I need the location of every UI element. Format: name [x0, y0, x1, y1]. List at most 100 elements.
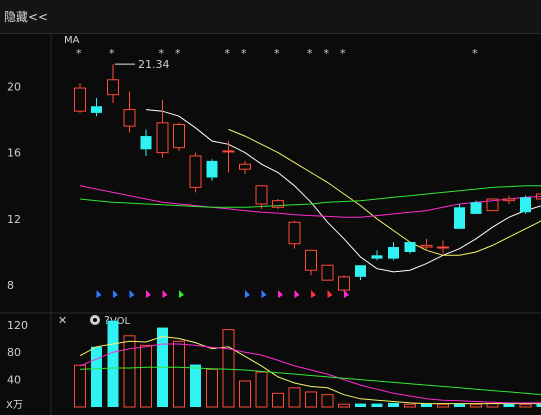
candlestick [123, 91, 136, 133]
volume-bar-up [404, 403, 416, 408]
signal-star-marker: * [109, 47, 115, 60]
volume-bar-down [91, 346, 102, 407]
candlestick [338, 275, 350, 292]
volume-bar-up [222, 329, 235, 408]
candle-body-down [140, 136, 152, 150]
candlestick [74, 83, 86, 113]
candlestick [288, 220, 301, 249]
candle-body-up [255, 185, 268, 205]
candle-body-up [74, 87, 86, 112]
signal-flag-icon [129, 290, 135, 298]
candlestick [272, 199, 284, 209]
candle-body-down [91, 106, 102, 113]
candle-body-up [123, 109, 136, 127]
signal-flag-icon [245, 290, 250, 298]
volume-bar-down [388, 402, 399, 407]
signal-flag-icon [344, 290, 349, 298]
volume-bar-up [140, 344, 152, 408]
candlestick [404, 242, 416, 254]
ma-indicator-label: MA [64, 35, 80, 46]
signal-flag-icon [261, 290, 267, 298]
candle-body-up [288, 221, 301, 245]
ma-line-ma10 [228, 128, 541, 256]
candlestick [520, 195, 531, 214]
candlestick [206, 159, 218, 181]
signal-flag-icon [96, 290, 102, 298]
ma-line-ma5 [145, 109, 541, 273]
candlestick [536, 193, 541, 200]
candlestick [454, 203, 465, 229]
candlestick [255, 185, 268, 209]
signal-flag-icon [162, 290, 168, 298]
signal-star-marker: * [76, 47, 82, 60]
signal-flag-icon [278, 290, 283, 298]
candle-body-down [470, 202, 482, 214]
volume-bar-up [288, 387, 301, 408]
candlestick [189, 152, 202, 193]
candle-body-up [173, 123, 185, 149]
candlestick [388, 242, 399, 261]
volume-bar-up [470, 403, 482, 408]
volume-bar-up [519, 403, 532, 408]
candle-body-up [321, 264, 334, 281]
signal-star-marker: * [340, 47, 346, 60]
volume-tick-label: 120 [7, 319, 28, 332]
volume-ma-line [79, 343, 541, 404]
candle-body-down [206, 160, 218, 178]
signal-flag-icon [327, 290, 333, 298]
price-tick-label: 16 [7, 147, 21, 160]
volume-tick-label: 40 [7, 374, 21, 387]
volume-bar-up [74, 364, 86, 408]
volume-bar-up [239, 380, 251, 408]
signal-star-marker: * [225, 47, 231, 60]
candle-body-up [156, 122, 169, 154]
signal-flag-icon [113, 290, 118, 298]
volume-bar-up [437, 403, 449, 408]
signal-star-marker: * [324, 47, 330, 60]
signal-star-marker: * [241, 47, 247, 60]
volume-tick-label: 80 [7, 346, 21, 359]
candle-body-down [404, 242, 416, 252]
price-tick-label: 20 [7, 80, 21, 93]
candle-body-up [420, 244, 433, 248]
volume-unit-label: X万 [6, 400, 23, 411]
signal-star-marker: * [472, 47, 478, 60]
candle-body-up [338, 276, 350, 291]
signal-flag-icon [179, 290, 184, 298]
candlestick [239, 160, 251, 175]
signal-star-marker: * [274, 47, 280, 60]
candlestick [437, 240, 449, 254]
volume-bar-up [206, 368, 218, 408]
volume-ma-line [79, 366, 541, 396]
candlestick [107, 64, 119, 103]
vol-close-icon[interactable]: ✕ [58, 314, 67, 327]
volume-bar-down [355, 403, 366, 407]
candlestick [140, 129, 152, 156]
price-tick-label: 12 [7, 213, 21, 226]
high-price-label: 21.34 [138, 58, 170, 71]
candle-body-up [222, 150, 235, 153]
candle-body-up [189, 155, 202, 188]
volume-bar-up [255, 371, 268, 408]
candlestick [305, 249, 317, 276]
candlestick [371, 250, 383, 261]
candle-body-down [454, 207, 465, 229]
candlestick [156, 99, 169, 158]
candle-body-up [437, 246, 449, 249]
candlestick [173, 122, 185, 151]
volume-bar-down [107, 320, 119, 407]
candle-body-down [388, 247, 399, 259]
price-tick-label: 8 [7, 279, 14, 292]
candlestick [470, 200, 482, 214]
candlestick [91, 97, 102, 117]
candle-body-up [239, 163, 251, 170]
volume-bar-up [321, 394, 334, 408]
candle-body-up [107, 79, 119, 96]
candlestick [355, 265, 366, 281]
candle-body-down [355, 265, 366, 277]
signal-flag-icon [294, 290, 300, 298]
signal-star-marker: * [175, 47, 181, 60]
volume-bar-down [371, 403, 383, 407]
gear-icon[interactable] [90, 315, 100, 325]
volume-bar-up [173, 340, 185, 408]
